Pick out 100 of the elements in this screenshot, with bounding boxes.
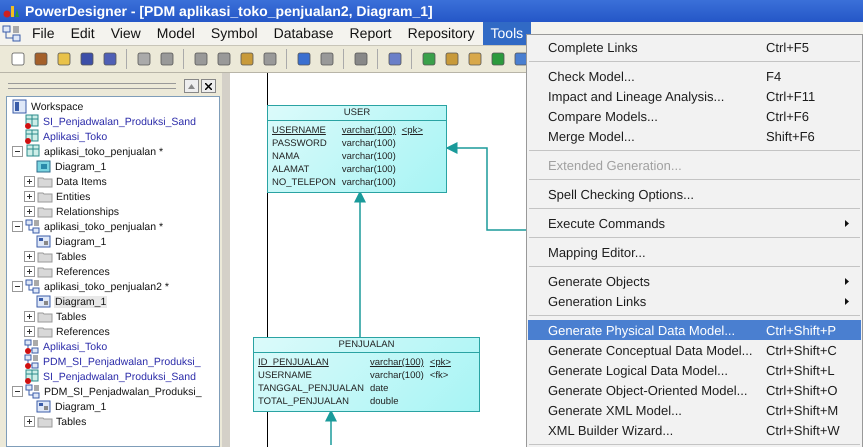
column-type: varchar(100) bbox=[342, 150, 396, 163]
column-type: varchar(100) bbox=[342, 137, 396, 150]
collapse-icon[interactable] bbox=[12, 386, 23, 397]
menu-item[interactable]: Model bbox=[148, 22, 203, 45]
tree-item[interactable]: Tables bbox=[55, 310, 88, 322]
menu-item[interactable]: Tools bbox=[482, 22, 532, 45]
app-logo-icon bbox=[3, 4, 19, 18]
tree-item[interactable]: Diagram_1 bbox=[54, 400, 108, 412]
tree-item[interactable]: Tables bbox=[55, 416, 88, 428]
column-type: varchar(100) bbox=[370, 369, 424, 382]
diagram-icon bbox=[36, 294, 52, 309]
tree-item[interactable]: aplikasi_toko_penjualan * bbox=[43, 220, 164, 232]
tree-item[interactable]: References bbox=[55, 326, 111, 338]
column-name: NAMA bbox=[272, 150, 300, 163]
tree-item[interactable]: Diagram_1 bbox=[54, 236, 108, 248]
menu-option[interactable]: Generate Objects bbox=[528, 271, 861, 291]
tree-item[interactable]: Workspace bbox=[30, 100, 84, 112]
physical-model-icon bbox=[25, 384, 41, 399]
menu-option[interactable]: Generate XML Model... Ctrl+Shift+M bbox=[528, 400, 861, 420]
column-name: USERNAME bbox=[258, 369, 313, 382]
expand-icon[interactable] bbox=[24, 416, 35, 427]
menu-option[interactable]: Merge Model... Shift+F6 bbox=[528, 126, 861, 146]
close-icon bbox=[205, 82, 212, 90]
conceptual-model-icon bbox=[24, 369, 40, 384]
column-type: date bbox=[370, 382, 390, 395]
menu-item[interactable]: Symbol bbox=[202, 22, 266, 45]
column-type: varchar(100) bbox=[342, 124, 396, 137]
menu-item[interactable]: Report bbox=[342, 22, 400, 45]
column-key: <fk> bbox=[430, 369, 451, 382]
model-icon[interactable] bbox=[2, 24, 22, 42]
conceptual-model-icon bbox=[24, 114, 40, 129]
expand-icon[interactable] bbox=[24, 176, 35, 187]
diagram-icon bbox=[36, 159, 52, 174]
column-key: <pk> bbox=[402, 124, 423, 137]
expand-icon[interactable] bbox=[24, 251, 35, 262]
menu-option[interactable]: Generate Object-Oriented Model... Ctrl+Shift+O bbox=[528, 380, 861, 400]
menu-option[interactable]: Execute Commands bbox=[528, 213, 861, 233]
column-type: varchar(100) bbox=[342, 176, 396, 189]
tree-item[interactable]: References bbox=[55, 266, 111, 278]
column-type: varchar(100) bbox=[342, 163, 396, 176]
column-name: PASSWORD bbox=[272, 137, 328, 150]
column-name: TANGGAL_PENJUALAN bbox=[258, 382, 364, 395]
table-name: USER bbox=[268, 106, 446, 121]
column-type: varchar(100) bbox=[370, 356, 424, 369]
collapse-icon[interactable] bbox=[12, 281, 23, 292]
column-name: USERNAME bbox=[272, 124, 327, 137]
tree-item[interactable]: Aplikasi_Toko bbox=[42, 130, 108, 142]
tree-item[interactable]: Aplikasi_Toko bbox=[42, 340, 108, 352]
physical-model-icon bbox=[25, 219, 41, 234]
menu-option[interactable]: Generate Conceptual Data Model... Ctrl+Shift+C bbox=[528, 340, 861, 360]
expand-icon[interactable] bbox=[24, 191, 35, 202]
menu-option[interactable]: Check Model... F4 bbox=[528, 66, 861, 86]
physical-model-icon bbox=[24, 354, 40, 369]
tree-item[interactable]: PDM_SI_Penjadwalan_Produksi_ bbox=[43, 386, 203, 398]
menu-option[interactable]: Mapping Editor... bbox=[528, 242, 861, 262]
reference-arrow bbox=[325, 410, 337, 445]
tree-item[interactable]: SI_Penjadwalan_Produksi_Sand bbox=[42, 370, 197, 382]
menu-option[interactable]: Generate Physical Data Model... Ctrl+Shift+P bbox=[528, 320, 861, 340]
menu-option[interactable]: Compare Models... Ctrl+F6 bbox=[528, 106, 861, 126]
tree-item[interactable]: Diagram_1 bbox=[54, 160, 108, 172]
tree-item[interactable]: aplikasi_toko_penjualan2 * bbox=[43, 280, 170, 292]
menu-item[interactable]: Edit bbox=[62, 22, 103, 45]
column-key: <pk> bbox=[430, 356, 451, 369]
tree-item[interactable]: SI_Penjadwalan_Produksi_Sand bbox=[42, 116, 197, 128]
expand-icon[interactable] bbox=[24, 326, 35, 337]
expand-icon[interactable] bbox=[24, 311, 35, 322]
column-name: TOTAL_PENJUALAN bbox=[258, 395, 350, 408]
column-name: ID_PENJUALAN bbox=[258, 356, 330, 369]
collapse-icon[interactable] bbox=[12, 221, 23, 232]
tree-item[interactable]: Data Items bbox=[55, 176, 108, 188]
tree-item[interactable]: PDM_SI_Penjadwalan_Produksi_ bbox=[42, 356, 202, 368]
tree-item[interactable]: Relationships bbox=[55, 206, 120, 218]
menu-option[interactable]: XML Builder Wizard... Ctrl+Shift+W bbox=[528, 420, 861, 440]
expand-icon[interactable] bbox=[24, 266, 35, 277]
collapse-icon[interactable] bbox=[12, 146, 23, 157]
tree-item[interactable]: aplikasi_toko_penjualan * bbox=[43, 146, 164, 158]
close-button[interactable] bbox=[201, 79, 216, 93]
window-title: PowerDesigner - [PDM aplikasi_toko_penjualan2, Diagram_1] bbox=[25, 3, 433, 19]
tree-item[interactable]: Tables bbox=[55, 250, 88, 262]
menu-option[interactable]: Generate Logical Data Model... Ctrl+Shift+L bbox=[528, 360, 861, 380]
menu-item[interactable]: View bbox=[102, 22, 149, 45]
conceptual-model-icon bbox=[24, 129, 40, 144]
up-triangle-icon bbox=[188, 84, 195, 88]
expand-icon[interactable] bbox=[24, 206, 35, 217]
menu-item[interactable]: File bbox=[24, 22, 63, 45]
menu-item[interactable]: Database bbox=[266, 22, 342, 45]
menu-option[interactable]: Spell Checking Options... bbox=[528, 184, 861, 204]
column-name: ALAMAT bbox=[272, 163, 310, 176]
physical-model-icon bbox=[24, 339, 40, 354]
physical-model-icon bbox=[25, 279, 41, 294]
diagram-icon bbox=[36, 234, 52, 249]
diagram-icon bbox=[36, 399, 52, 414]
menu-option[interactable]: Impact and Lineage Analysis... Ctrl+F11 bbox=[528, 86, 861, 106]
menu-item[interactable]: Repository bbox=[400, 22, 482, 45]
column-name: NO_TELEPON bbox=[272, 176, 336, 189]
tree-item[interactable]: Entities bbox=[55, 190, 92, 202]
column-type: double bbox=[370, 395, 400, 408]
menu-option[interactable]: Generation Links bbox=[528, 291, 861, 311]
tree-item[interactable]: Diagram_1 bbox=[54, 296, 108, 308]
workspace-icon bbox=[12, 99, 28, 114]
